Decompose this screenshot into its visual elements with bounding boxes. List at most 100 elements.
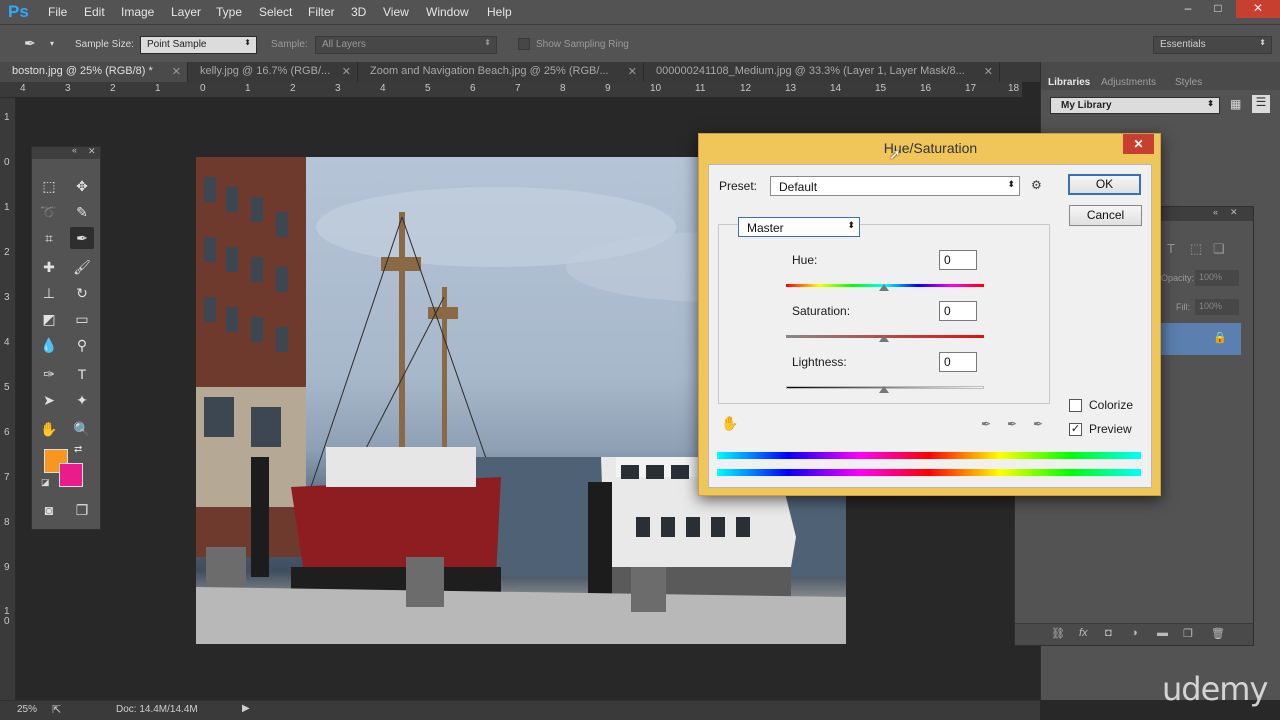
ruler-tick: 5 bbox=[425, 83, 431, 94]
menu-edit[interactable]: Edit bbox=[84, 5, 105, 19]
pen-tool-icon[interactable]: ✑ bbox=[37, 363, 61, 385]
menu-help[interactable]: Help bbox=[487, 5, 512, 19]
hue-input[interactable]: 0 bbox=[939, 250, 977, 270]
tab-boston[interactable]: boston.jpg @ 25% (RGB/8) * ✕ bbox=[0, 62, 188, 82]
default-colors-icon[interactable]: ◪ bbox=[41, 477, 50, 488]
background-color-swatch[interactable] bbox=[59, 463, 83, 487]
layer-row[interactable]: 🔒 bbox=[1161, 323, 1241, 355]
close-panel-icon[interactable]: ✕ bbox=[88, 146, 96, 157]
lasso-tool-icon[interactable]: ➰ bbox=[37, 201, 61, 223]
shape-tool-icon[interactable]: ✦ bbox=[70, 389, 94, 411]
swap-colors-icon[interactable]: ⇄ bbox=[74, 444, 82, 455]
preset-select[interactable]: Default ⬍ bbox=[770, 176, 1020, 196]
cancel-button[interactable]: Cancel bbox=[1069, 205, 1142, 226]
menu-window[interactable]: Window bbox=[426, 5, 469, 19]
menu-select[interactable]: Select bbox=[259, 5, 292, 19]
tab-styles[interactable]: Styles bbox=[1175, 77, 1202, 88]
path-selection-tool-icon[interactable]: ➤ bbox=[37, 389, 61, 411]
adjustment-layer-icon[interactable]: ◑ bbox=[1131, 627, 1138, 639]
eyedropper-plus-icon[interactable]: ✒ bbox=[1007, 417, 1017, 431]
fill-field[interactable]: 100% bbox=[1195, 299, 1239, 315]
new-group-icon[interactable]: ▬ bbox=[1157, 627, 1168, 639]
menu-filter[interactable]: Filter bbox=[308, 5, 335, 19]
ok-button[interactable]: OK bbox=[1068, 174, 1141, 195]
close-tab-icon[interactable]: ✕ bbox=[628, 65, 637, 78]
healing-brush-tool-icon[interactable]: ✚ bbox=[37, 256, 61, 278]
eyedropper-icon[interactable]: ✒ bbox=[981, 417, 991, 431]
crop-tool-icon[interactable]: ⌗ bbox=[37, 227, 61, 249]
hue-slider-thumb[interactable] bbox=[879, 284, 889, 291]
hand-tool-icon[interactable]: ✋ bbox=[37, 418, 61, 440]
eyedropper-tool-icon[interactable]: ✒ bbox=[70, 227, 94, 249]
tab-kelly[interactable]: kelly.jpg @ 16.7% (RGB/... ✕ bbox=[188, 62, 358, 82]
tools-panel-header[interactable]: « ✕ bbox=[32, 145, 100, 159]
type-filter-icon[interactable]: T bbox=[1167, 241, 1175, 256]
quick-mask-icon[interactable]: ◙ bbox=[37, 499, 61, 521]
type-tool-icon[interactable]: T bbox=[70, 363, 94, 385]
gradient-tool-icon[interactable]: ▭ bbox=[70, 308, 94, 330]
blur-tool-icon[interactable]: 💧 bbox=[37, 334, 61, 356]
show-ring-checkbox[interactable] bbox=[518, 38, 530, 50]
channel-select[interactable]: Master ⬍ bbox=[738, 217, 860, 237]
menu-file[interactable]: File bbox=[48, 5, 67, 19]
history-brush-tool-icon[interactable]: ↻ bbox=[70, 282, 94, 304]
fx-icon[interactable]: fx bbox=[1079, 627, 1088, 639]
screen-mode-icon[interactable]: ❐ bbox=[70, 499, 94, 521]
colorize-checkbox[interactable] bbox=[1069, 399, 1082, 412]
menu-view[interactable]: View bbox=[383, 5, 409, 19]
tool-preset-chevron-icon[interactable]: ▾ bbox=[50, 39, 54, 48]
saturation-slider-thumb[interactable] bbox=[879, 335, 889, 342]
add-mask-icon[interactable]: ◘ bbox=[1105, 627, 1112, 639]
menu-3d[interactable]: 3D bbox=[351, 5, 366, 19]
sample-select[interactable]: All Layers ⬍ bbox=[315, 36, 497, 54]
close-tab-icon[interactable]: ✕ bbox=[172, 65, 181, 78]
workspace-select[interactable]: Essentials ⬍ bbox=[1153, 36, 1272, 54]
library-select[interactable]: My Library ⬍ bbox=[1050, 97, 1220, 114]
tab-libraries[interactable]: Libraries bbox=[1048, 77, 1090, 88]
grid-view-icon[interactable]: ▦ bbox=[1230, 97, 1241, 111]
menu-image[interactable]: Image bbox=[121, 5, 154, 19]
dialog-close-button[interactable]: ✕ bbox=[1123, 134, 1154, 154]
preview-checkbox[interactable]: ✓ bbox=[1069, 423, 1082, 436]
delete-layer-icon[interactable]: 🗑 bbox=[1211, 627, 1225, 640]
menu-layer[interactable]: Layer bbox=[171, 5, 201, 19]
collapse-panel-icon[interactable]: « bbox=[72, 145, 77, 155]
tab-label: boston.jpg @ 25% (RGB/8) * bbox=[12, 65, 153, 77]
targeted-adjustment-hand-icon[interactable]: ✋ bbox=[721, 415, 738, 432]
lightness-input[interactable]: 0 bbox=[939, 352, 977, 372]
ruler-tick: 3 bbox=[4, 292, 10, 303]
opacity-field[interactable]: 100% bbox=[1195, 270, 1239, 286]
marquee-tool-icon[interactable]: ⬚ bbox=[37, 175, 61, 197]
tab-zoom-beach[interactable]: Zoom and Navigation Beach.jpg @ 25% (RGB… bbox=[358, 62, 644, 82]
move-tool-icon[interactable]: ✥ bbox=[70, 175, 94, 197]
eyedropper-minus-icon[interactable]: ✒ bbox=[1033, 417, 1043, 431]
saturation-input[interactable]: 0 bbox=[939, 301, 977, 321]
link-layers-icon[interactable]: ⛓ bbox=[1051, 627, 1065, 640]
list-view-icon[interactable]: ☰ bbox=[1252, 95, 1270, 113]
maximize-button[interactable]: □ bbox=[1200, 0, 1236, 18]
zoom-tool-icon[interactable]: 🔍 bbox=[70, 418, 94, 440]
collapse-panel-icon[interactable]: « bbox=[1213, 207, 1218, 217]
smart-object-filter-icon[interactable]: ❏ bbox=[1213, 241, 1225, 257]
share-icon[interactable]: ⇱ bbox=[52, 703, 61, 716]
shape-filter-icon[interactable]: ⬚ bbox=[1190, 241, 1202, 257]
eyedropper-tool-icon[interactable]: ✒ bbox=[24, 35, 48, 55]
lightness-slider-thumb[interactable] bbox=[879, 386, 889, 393]
close-tab-icon[interactable]: ✕ bbox=[984, 65, 993, 78]
tab-medium[interactable]: 000000241108_Medium.jpg @ 33.3% (Layer 1… bbox=[644, 62, 1000, 82]
close-panel-icon[interactable]: ✕ bbox=[1230, 207, 1238, 218]
close-window-button[interactable]: ✕ bbox=[1236, 0, 1280, 18]
status-menu-arrow-icon[interactable]: ▶ bbox=[242, 703, 250, 714]
clone-stamp-tool-icon[interactable]: ⊥ bbox=[37, 282, 61, 304]
dodge-tool-icon[interactable]: ⚲ bbox=[70, 334, 94, 356]
tab-adjustments[interactable]: Adjustments bbox=[1101, 77, 1156, 88]
close-tab-icon[interactable]: ✕ bbox=[342, 65, 351, 78]
quick-selection-tool-icon[interactable]: ✎ bbox=[70, 201, 94, 223]
preset-options-gear-icon[interactable]: ⚙ bbox=[1031, 178, 1042, 192]
zoom-level[interactable]: 25% bbox=[17, 704, 37, 715]
brush-tool-icon[interactable]: 🖌 bbox=[70, 256, 94, 278]
sample-size-select[interactable]: Point Sample ⬍ bbox=[140, 36, 257, 54]
menu-type[interactable]: Type bbox=[216, 5, 242, 19]
new-layer-icon[interactable]: ❐ bbox=[1183, 627, 1193, 640]
eraser-tool-icon[interactable]: ◩ bbox=[37, 308, 61, 330]
